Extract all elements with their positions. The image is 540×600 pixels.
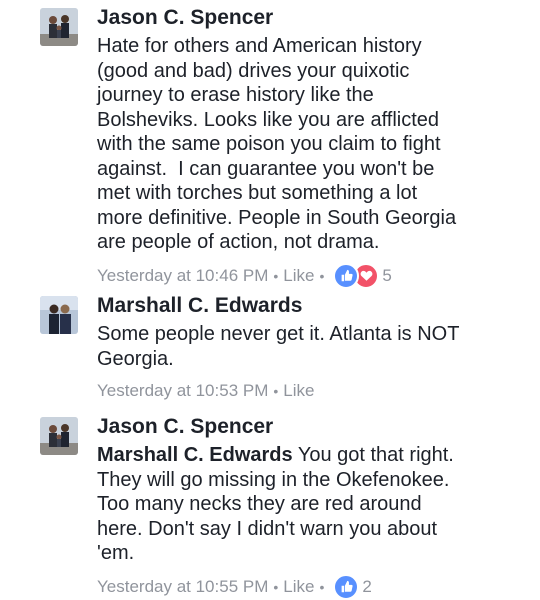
mention-link[interactable]: Marshall C. Edwards — [97, 444, 293, 466]
avatar[interactable] — [40, 8, 78, 46]
avatar[interactable] — [40, 296, 78, 334]
avatar-photo-icon — [40, 296, 78, 334]
avatar-photo-icon — [40, 8, 78, 46]
reaction-count: 5 — [382, 265, 392, 285]
like-button[interactable]: Like — [283, 379, 314, 403]
avatar[interactable] — [40, 417, 78, 455]
separator-dot: • — [319, 578, 325, 595]
comment-text: Hate for others and American history (go… — [97, 35, 457, 253]
separator-dot: • — [273, 383, 279, 399]
reactions-summary[interactable]: 2 — [333, 573, 372, 600]
comment-meta: Yesterday at 10:53 PM • Like — [97, 379, 527, 403]
avatar-photo-icon — [40, 417, 78, 455]
comment-author[interactable]: Marshall C. Edwards — [97, 294, 302, 318]
separator-dot: • — [273, 267, 279, 284]
thumbs-up-icon — [333, 573, 360, 600]
comment-timestamp[interactable]: Yesterday at 10:55 PM — [97, 575, 268, 599]
like-button[interactable]: Like — [283, 575, 314, 599]
separator-dot: • — [273, 578, 279, 595]
reaction-count: 2 — [362, 576, 372, 596]
comment-text: Some people never get it. Atlanta is NOT… — [97, 323, 460, 370]
comment-meta: Yesterday at 10:46 PM • Like • 5 — [97, 262, 527, 289]
like-button[interactable]: Like — [283, 264, 314, 288]
reactions-summary[interactable]: 5 — [333, 262, 392, 289]
comment-author[interactable]: Jason C. Spencer — [97, 6, 273, 30]
comment-meta: Yesterday at 10:55 PM • Like • 2 — [97, 573, 527, 600]
comment-text: Marshall C. Edwards You got that right. … — [97, 443, 527, 566]
separator-dot: • — [319, 267, 325, 284]
comment-timestamp[interactable]: Yesterday at 10:46 PM — [97, 264, 268, 288]
comment-timestamp[interactable]: Yesterday at 10:53 PM — [97, 379, 268, 403]
comment-author[interactable]: Jason C. Spencer — [97, 415, 273, 439]
thumbs-up-icon — [333, 262, 360, 289]
